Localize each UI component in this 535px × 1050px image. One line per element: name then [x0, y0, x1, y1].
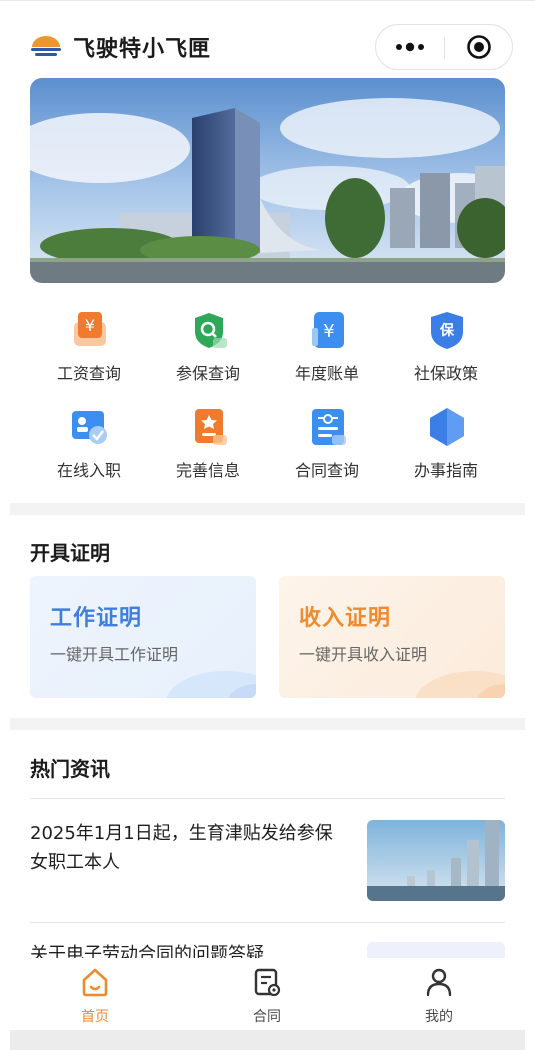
service-insurance-query[interactable]: 参保查询: [149, 300, 267, 390]
social-security-policy-icon: 保: [431, 312, 463, 349]
service-online-onboarding[interactable]: 在线入职: [30, 397, 148, 487]
tab-label: 我的: [425, 1009, 453, 1025]
service-social-policy[interactable]: 保 社保政策: [387, 300, 505, 390]
contract-search-icon: [312, 409, 346, 445]
svg-text:¥: ¥: [323, 321, 334, 342]
service-label: 合同查询: [294, 461, 359, 480]
svg-text:¥: ¥: [85, 316, 95, 335]
app-title: 飞驶特小飞匣: [73, 37, 212, 62]
news-section-title: 热门资讯: [30, 757, 110, 781]
section-separator: [10, 718, 525, 730]
section-separator: [10, 503, 525, 515]
service-label: 在线入职: [56, 461, 121, 480]
tab-contract[interactable]: 合同: [217, 958, 317, 1030]
news-thumbnail: [367, 942, 505, 958]
profile-info-icon: [195, 409, 227, 445]
tab-mine[interactable]: 我的: [389, 958, 489, 1030]
work-certificate-title: 工作证明: [50, 606, 143, 631]
income-certificate-title: 收入证明: [299, 606, 392, 631]
app-logo-icon: [31, 36, 61, 56]
news-divider: [30, 922, 505, 923]
news-divider: [30, 798, 505, 799]
work-certificate-card[interactable]: 工作证明 一键开具工作证明: [30, 576, 256, 698]
service-annual-bill[interactable]: ¥ 年度账单: [268, 300, 386, 390]
tab-label: 首页: [81, 1009, 109, 1025]
banner-image[interactable]: [30, 78, 505, 283]
bottom-safe-area: [10, 1030, 525, 1050]
app-root: 飞驶特小飞匣 ¥ 工资查询 参保查询 ¥ 年度账单 保 社保政策 在线入职 完善…: [0, 0, 535, 1050]
onboarding-icon: [72, 411, 107, 444]
guide-icon: [430, 408, 464, 446]
news-thumbnail: [367, 820, 505, 901]
income-certificate-card[interactable]: 收入证明 一键开具收入证明: [279, 576, 505, 698]
tab-home[interactable]: 首页: [45, 958, 145, 1030]
service-label: 工资查询: [56, 364, 121, 383]
header: 飞驶特小飞匣: [0, 0, 535, 74]
card-decoration: [166, 671, 256, 698]
service-guide[interactable]: 办事指南: [387, 397, 505, 487]
insurance-search-icon: [195, 313, 227, 348]
annual-bill-icon: ¥: [312, 312, 344, 348]
service-contract-query[interactable]: 合同查询: [268, 397, 386, 487]
news-item-title: 2025年1月1日起，生育津贴发给参保女职工本人: [30, 823, 333, 873]
service-complete-info[interactable]: 完善信息: [149, 397, 267, 487]
more-dots-icon[interactable]: [376, 25, 444, 69]
service-label: 社保政策: [413, 364, 478, 383]
home-icon: [82, 968, 108, 997]
salary-icon: ¥: [74, 312, 106, 346]
service-label: 参保查询: [175, 364, 240, 383]
service-label: 完善信息: [175, 461, 240, 480]
tab-label: 合同: [253, 1009, 281, 1025]
card-decoration: [415, 671, 505, 698]
target-circle-icon[interactable]: [445, 25, 513, 69]
svg-text:保: 保: [439, 322, 455, 339]
service-label: 年度账单: [294, 364, 359, 383]
certificates-section-title: 开具证明: [30, 541, 110, 565]
news-item-title: 关于电子劳动合同的问题答疑: [30, 944, 264, 958]
service-label: 办事指南: [413, 461, 478, 480]
user-icon: [426, 968, 452, 997]
bottom-tab-bar: 首页 合同 我的: [0, 958, 535, 1030]
mini-program-capsule: [375, 24, 513, 70]
service-salary-query[interactable]: ¥ 工资查询: [30, 300, 148, 390]
contract-icon: [254, 968, 281, 997]
